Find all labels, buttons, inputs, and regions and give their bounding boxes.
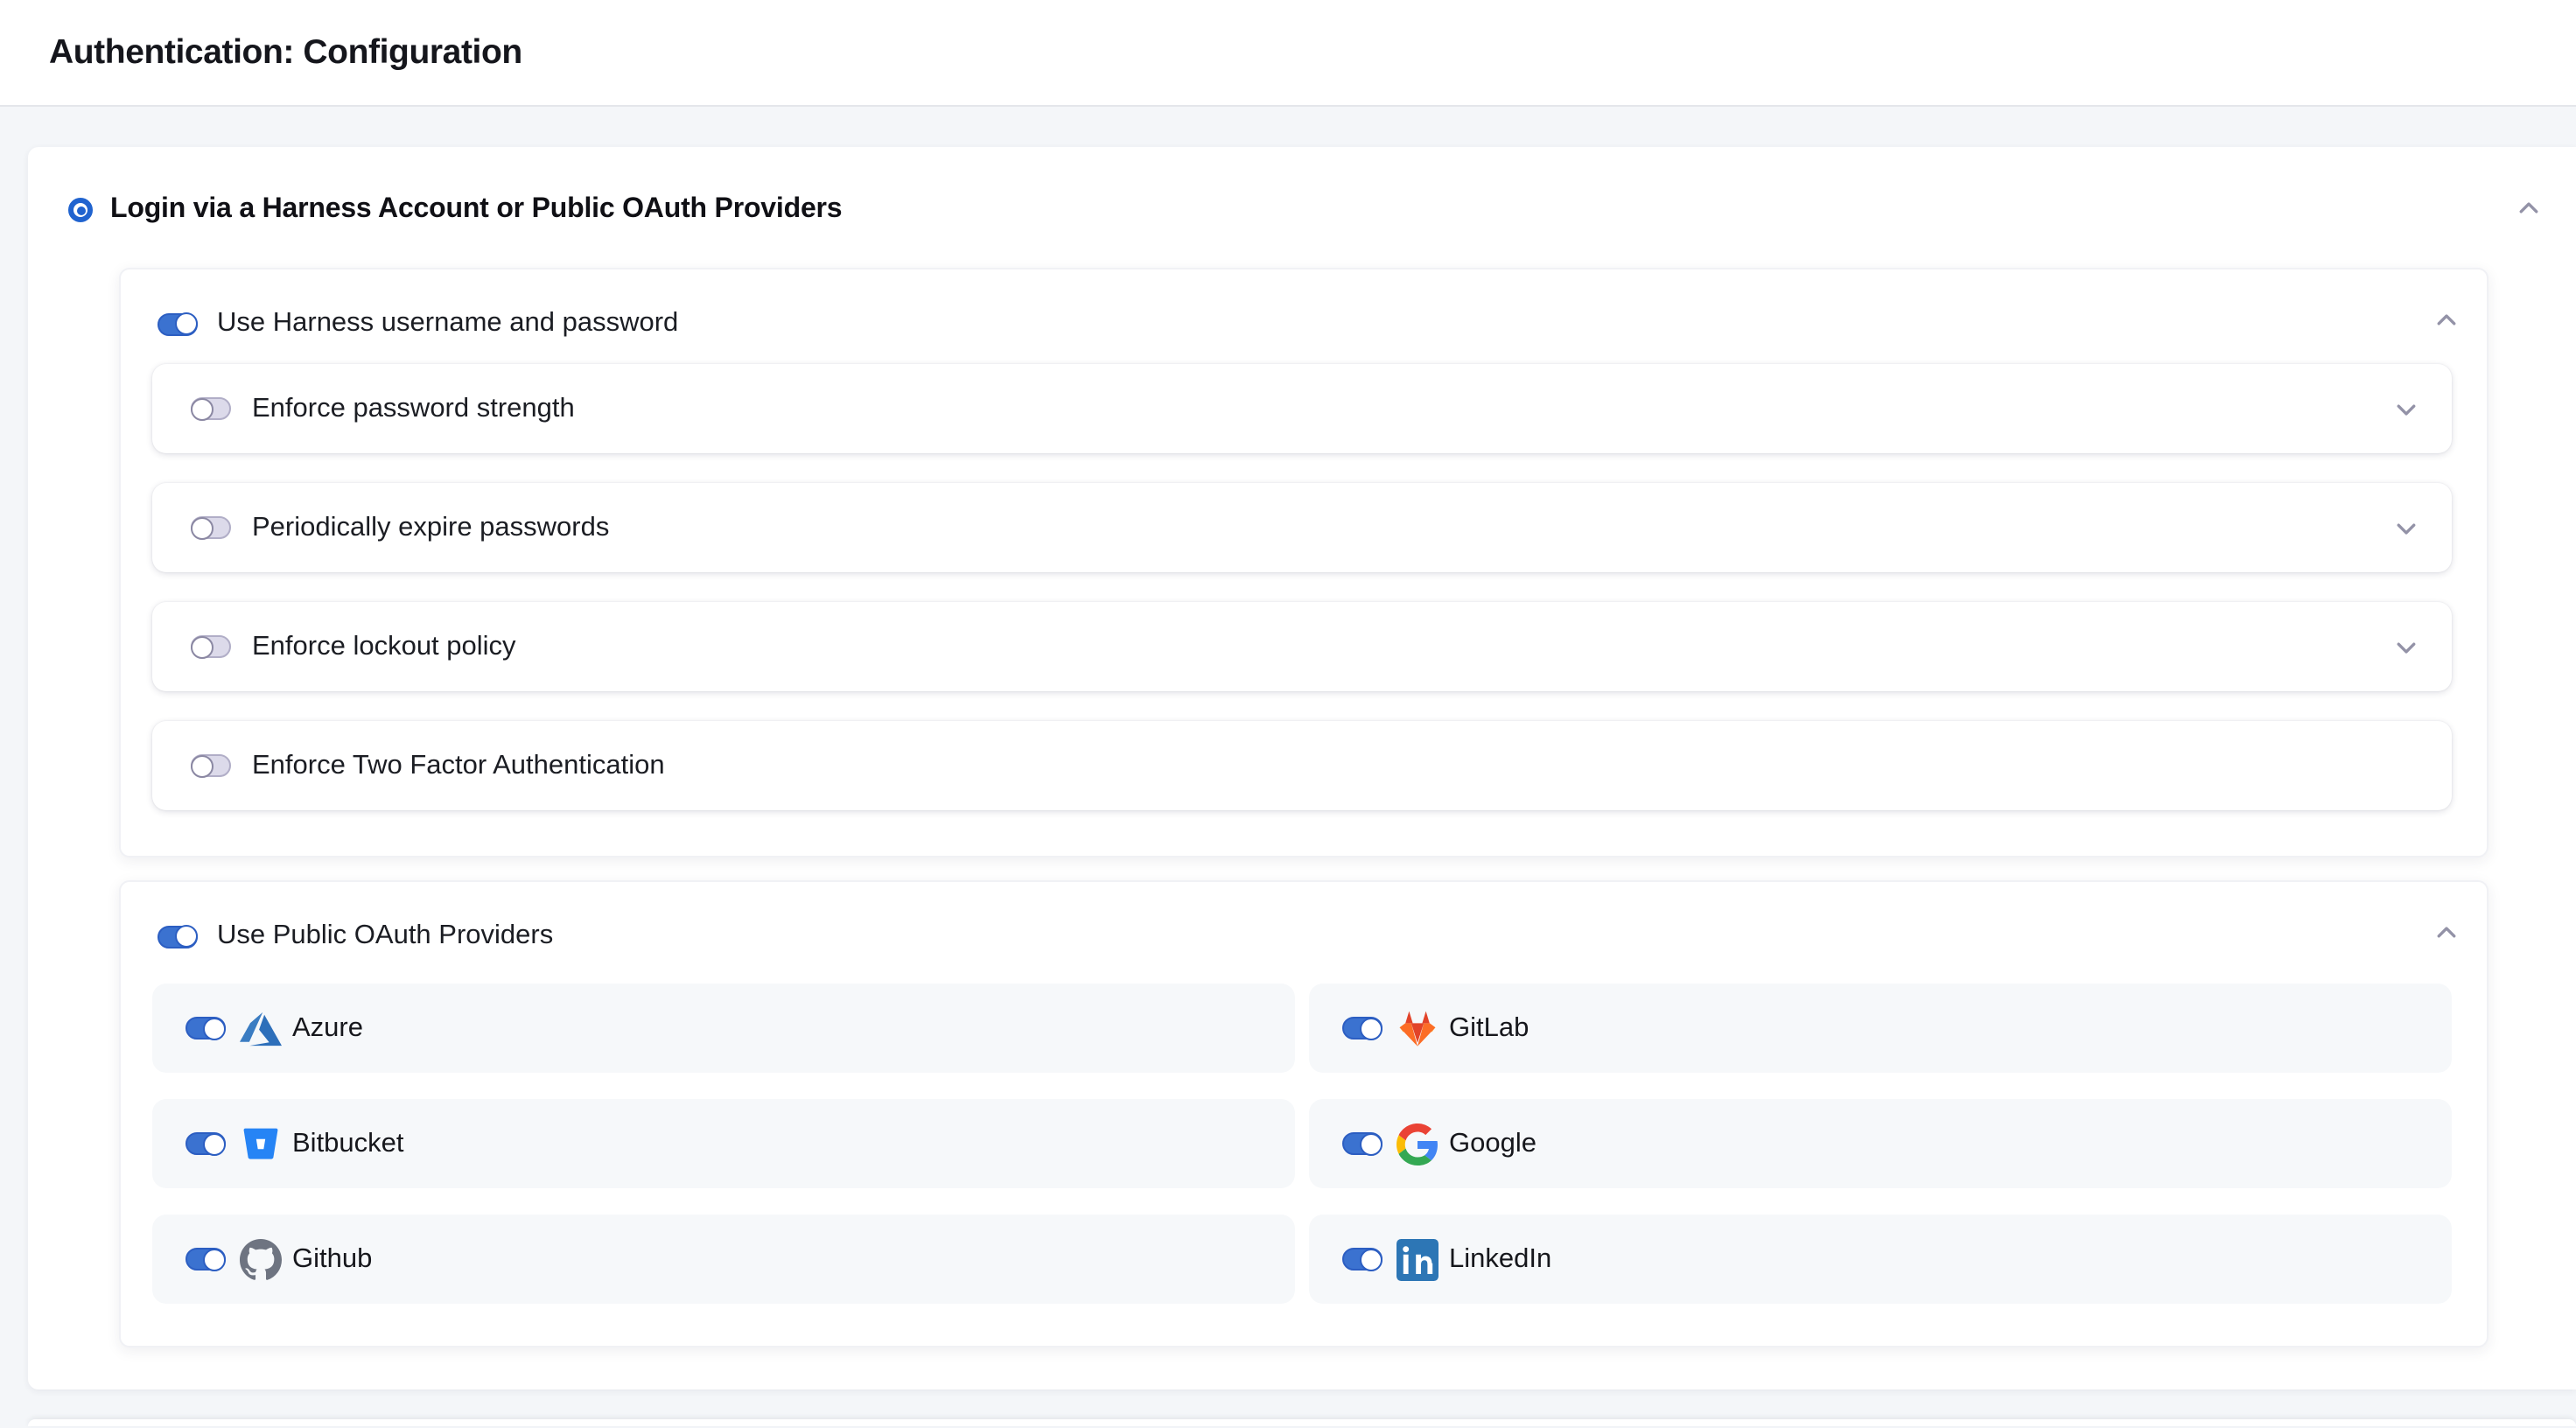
toggle-knob xyxy=(203,1248,226,1270)
password-policy-row: Enforce password strength xyxy=(152,364,2452,453)
chevron-down-icon[interactable] xyxy=(2394,396,2418,421)
password-policy-row: Periodically expire passwords xyxy=(152,483,2452,572)
use-harness-username-password-toggle[interactable] xyxy=(158,312,198,335)
login-section-title: Login via a Harness Account or Public OA… xyxy=(110,194,842,226)
password-policy-row: Enforce lockout policy xyxy=(152,602,2452,691)
enforce-two-factor-authentication-toggle[interactable] xyxy=(191,754,231,777)
gitlab-toggle[interactable] xyxy=(1342,1017,1382,1040)
provider-row-gitlab: GitLab xyxy=(1309,984,2452,1073)
toggle-knob xyxy=(203,1132,226,1155)
provider-label: LinkedIn xyxy=(1449,1243,1551,1275)
provider-label: Google xyxy=(1449,1128,1536,1159)
next-card-edge xyxy=(28,1419,2576,1426)
github-icon xyxy=(240,1238,282,1280)
oauth-providers-label: Use Public OAuth Providers xyxy=(217,920,553,952)
oauth-providers-card: Use Public OAuth Providers xyxy=(119,880,2488,1348)
bitbucket-icon xyxy=(240,1123,282,1165)
row-label: Enforce password strength xyxy=(252,393,575,424)
toggle-knob xyxy=(191,635,214,658)
content-area: Login via a Harness Account or Public OA… xyxy=(0,107,2576,1426)
provider-label: GitLab xyxy=(1449,1012,1529,1044)
chevron-down-icon[interactable] xyxy=(2394,634,2418,659)
username-password-header: Use Harness username and password xyxy=(121,270,2487,340)
provider-label: Azure xyxy=(292,1012,363,1044)
linkedin-icon xyxy=(1396,1238,1438,1280)
gitlab-icon xyxy=(1396,1007,1438,1049)
provider-row-github: Github xyxy=(152,1214,1295,1304)
enforce-password-strength-toggle[interactable] xyxy=(191,397,231,420)
bitbucket-toggle[interactable] xyxy=(186,1132,226,1155)
chevron-up-icon[interactable] xyxy=(2434,920,2459,945)
provider-label: Bitbucket xyxy=(292,1128,404,1159)
google-toggle[interactable] xyxy=(1342,1132,1382,1155)
chevron-up-icon[interactable] xyxy=(2516,196,2541,220)
toggle-knob xyxy=(203,1017,226,1040)
azure-icon xyxy=(240,1007,282,1049)
login-methods-card: Login via a Harness Account or Public OA… xyxy=(28,147,2576,1390)
toggle-knob xyxy=(175,925,198,948)
page-title: Authentication: Configuration xyxy=(49,32,522,73)
azure-toggle[interactable] xyxy=(186,1017,226,1040)
username-password-label: Use Harness username and password xyxy=(217,308,678,340)
username-password-card: Use Harness username and password Enforc… xyxy=(119,268,2488,858)
row-label: Enforce Two Factor Authentication xyxy=(252,750,665,781)
page-header: Authentication: Configuration xyxy=(0,0,2576,107)
authentication-configuration-page: Authentication: Configuration Login via … xyxy=(0,0,2576,1428)
provider-label: Github xyxy=(292,1243,372,1275)
provider-row-linkedin: LinkedIn xyxy=(1309,1214,2452,1304)
periodically-expire-passwords-toggle[interactable] xyxy=(191,516,231,539)
toggle-knob xyxy=(1360,1248,1382,1270)
row-label: Periodically expire passwords xyxy=(252,512,609,543)
chevron-up-icon[interactable] xyxy=(2434,308,2459,332)
toggle-knob xyxy=(191,397,214,420)
toggle-knob xyxy=(191,754,214,777)
oauth-provider-grid: Azure xyxy=(121,952,2487,1346)
login-section-header: Login via a Harness Account or Public OA… xyxy=(28,147,2576,226)
enforce-lockout-policy-toggle[interactable] xyxy=(191,635,231,658)
row-label: Enforce lockout policy xyxy=(252,631,516,662)
toggle-knob xyxy=(175,312,198,335)
github-toggle[interactable] xyxy=(186,1248,226,1270)
login-method-radio[interactable] xyxy=(68,198,93,222)
toggle-knob xyxy=(1360,1132,1382,1155)
linkedin-toggle[interactable] xyxy=(1342,1248,1382,1270)
use-public-oauth-providers-toggle[interactable] xyxy=(158,925,198,948)
password-policy-row: Enforce Two Factor Authentication xyxy=(152,721,2452,810)
provider-row-bitbucket: Bitbucket xyxy=(152,1099,1295,1188)
password-policy-rows: Enforce password strength Periodically e… xyxy=(121,340,2487,856)
oauth-providers-header: Use Public OAuth Providers xyxy=(121,882,2487,952)
google-icon xyxy=(1396,1123,1438,1165)
provider-row-azure: Azure xyxy=(152,984,1295,1073)
toggle-knob xyxy=(1360,1017,1382,1040)
provider-row-google: Google xyxy=(1309,1099,2452,1188)
toggle-knob xyxy=(191,516,214,539)
radio-dot xyxy=(76,206,85,214)
chevron-down-icon[interactable] xyxy=(2394,515,2418,540)
